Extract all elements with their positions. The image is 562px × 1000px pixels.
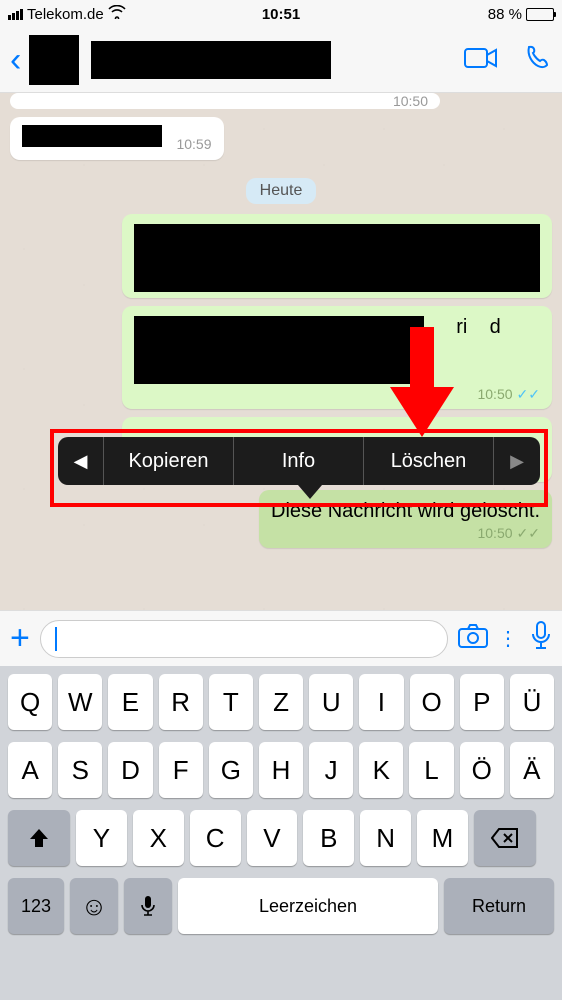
return-key[interactable]: Return — [444, 878, 554, 934]
annotation-arrow — [390, 327, 454, 437]
context-menu-prev[interactable]: ◀ — [58, 437, 104, 485]
camera-button[interactable] — [458, 624, 488, 653]
key-n[interactable]: N — [360, 810, 411, 866]
numbers-key[interactable]: 123 — [8, 878, 64, 934]
keyboard-row-4: 123 ☺ Leerzeichen Return — [4, 878, 558, 934]
message-time: 10:50✓✓ — [134, 386, 540, 403]
key-y[interactable]: Y — [76, 810, 127, 866]
key-j[interactable]: J — [309, 742, 353, 798]
context-menu-copy[interactable]: Kopieren — [104, 437, 234, 485]
context-menu-tail — [298, 485, 322, 499]
status-left: Telekom.de — [8, 5, 126, 23]
emoji-key[interactable]: ☺ — [70, 878, 118, 934]
key-r[interactable]: R — [159, 674, 203, 730]
context-menu-info[interactable]: Info — [234, 437, 364, 485]
annotation-highlight-box: ◀ Kopieren Info Löschen ▶ — [50, 429, 548, 507]
message-input-bar: + ⋮ — [0, 610, 562, 666]
message-time: 10:59 — [176, 136, 211, 152]
message-time: 10:50✓✓ — [271, 525, 540, 542]
contact-name-redacted[interactable] — [91, 41, 331, 79]
context-menu: ◀ Kopieren Info Löschen ▶ — [58, 437, 540, 485]
battery-icon — [526, 8, 554, 21]
key-h[interactable]: H — [259, 742, 303, 798]
context-menu-next[interactable]: ▶ — [494, 437, 540, 485]
attach-button[interactable]: + — [10, 619, 30, 658]
context-menu-delete[interactable]: Löschen — [364, 437, 494, 485]
key-o[interactable]: O — [410, 674, 454, 730]
key-a[interactable]: A — [8, 742, 52, 798]
keyboard: QWERTZUIOPÜ ASDFGHJKLÖÄ YXCVBNM 123 ☺ Le… — [0, 666, 562, 1000]
key-ö[interactable]: Ö — [460, 742, 504, 798]
keyboard-row-3: YXCVBNM — [4, 810, 558, 866]
key-f[interactable]: F — [159, 742, 203, 798]
message-time: 10:50 — [393, 93, 428, 109]
voice-call-button[interactable] — [524, 44, 552, 77]
dictation-key[interactable] — [124, 878, 172, 934]
more-button[interactable]: ⋮ — [498, 626, 520, 651]
video-call-button[interactable] — [464, 46, 498, 75]
battery-pct: 88 % — [488, 6, 522, 23]
key-v[interactable]: V — [247, 810, 298, 866]
key-m[interactable]: M — [417, 810, 468, 866]
key-g[interactable]: G — [209, 742, 253, 798]
key-u[interactable]: U — [309, 674, 353, 730]
shift-key[interactable] — [8, 810, 70, 866]
back-button[interactable]: ‹ — [10, 41, 21, 80]
space-key[interactable]: Leerzeichen — [178, 878, 438, 934]
outgoing-message-2[interactable]: ri d 10:50✓✓ — [122, 306, 552, 409]
key-c[interactable]: C — [190, 810, 241, 866]
key-s[interactable]: S — [58, 742, 102, 798]
keyboard-row-1: QWERTZUIOPÜ — [4, 674, 558, 730]
message-input[interactable] — [40, 620, 448, 658]
status-bar: Telekom.de 10:51 88 % — [0, 0, 562, 28]
sent-ticks-icon: ✓✓ — [517, 525, 540, 541]
outgoing-message-1[interactable] — [122, 214, 552, 298]
redacted-text — [134, 316, 424, 384]
key-z[interactable]: Z — [259, 674, 303, 730]
message-cutoff[interactable]: 10:50 — [10, 93, 440, 109]
chat-header: ‹ — [0, 28, 562, 93]
key-q[interactable]: Q — [8, 674, 52, 730]
key-w[interactable]: W — [58, 674, 102, 730]
redacted-text — [22, 125, 162, 147]
key-p[interactable]: P — [460, 674, 504, 730]
status-time: 10:51 — [262, 6, 300, 23]
key-k[interactable]: K — [359, 742, 403, 798]
status-right: 88 % — [488, 6, 554, 23]
key-e[interactable]: E — [108, 674, 152, 730]
key-i[interactable]: I — [359, 674, 403, 730]
key-l[interactable]: L — [409, 742, 453, 798]
key-x[interactable]: X — [133, 810, 184, 866]
key-t[interactable]: T — [209, 674, 253, 730]
signal-icon — [8, 9, 23, 20]
incoming-message[interactable]: 10:59 — [10, 117, 224, 160]
backspace-key[interactable] — [474, 810, 536, 866]
redacted-text — [134, 224, 540, 292]
mic-button[interactable] — [530, 621, 552, 656]
carrier-label: Telekom.de — [27, 6, 104, 23]
date-separator: Heute — [246, 178, 317, 204]
read-ticks-icon: ✓✓ — [517, 386, 540, 402]
keyboard-row-2: ASDFGHJKLÖÄ — [4, 742, 558, 798]
key-ü[interactable]: Ü — [510, 674, 554, 730]
wifi-icon — [108, 5, 126, 23]
contact-avatar[interactable] — [29, 35, 79, 85]
key-ä[interactable]: Ä — [510, 742, 554, 798]
key-b[interactable]: B — [303, 810, 354, 866]
key-d[interactable]: D — [108, 742, 152, 798]
text-caret — [55, 627, 57, 651]
chat-area[interactable]: 10:50 10:59 Heute ri d 10:50✓✓ 10:50✓✓ D… — [0, 93, 562, 610]
